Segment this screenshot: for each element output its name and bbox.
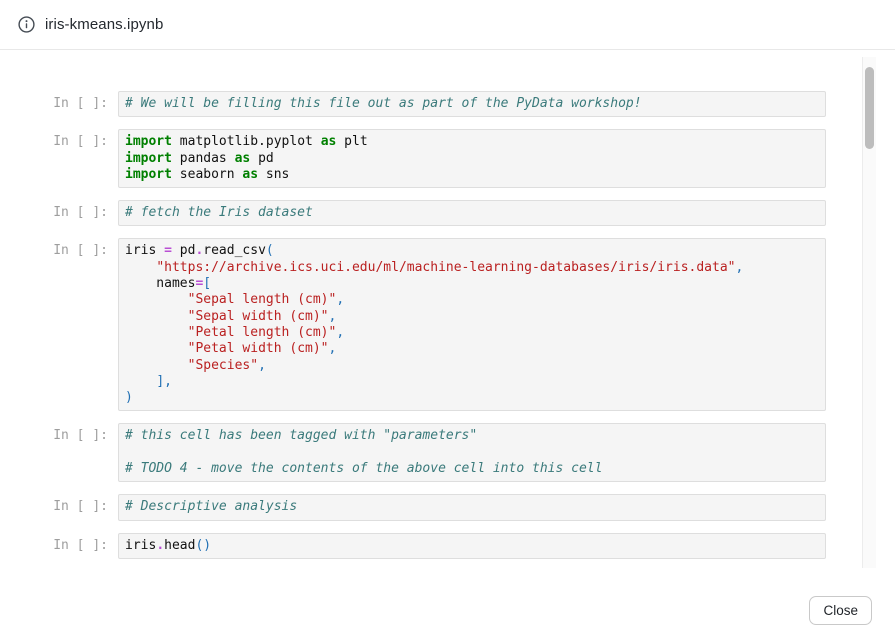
code-line: names=[ xyxy=(125,276,819,292)
code-line: "Petal length (cm)", xyxy=(125,325,819,341)
code-line: ) xyxy=(125,390,819,406)
cell-code: import matplotlib.pyplot as pltimport pa… xyxy=(118,129,826,188)
cell-code: # Descriptive analysis xyxy=(118,494,826,520)
code-line: ], xyxy=(125,374,819,390)
code-line: "Sepal length (cm)", xyxy=(125,292,819,308)
cell-code: # fetch the Iris dataset xyxy=(118,200,826,226)
notebook-cells: In [ ]: # We will be filling this file ou… xyxy=(20,51,876,568)
cell-prompt: In [ ]: xyxy=(20,129,118,150)
code-line xyxy=(125,445,819,461)
code-line: import pandas as pd xyxy=(125,151,819,167)
notebook-title: iris-kmeans.ipynb xyxy=(45,16,163,33)
notebook-cell: In [ ]:import matplotlib.pyplot as pltim… xyxy=(20,129,826,188)
cell-code: # this cell has been tagged with "parame… xyxy=(118,423,826,482)
code-line: # We will be filling this file out as pa… xyxy=(125,96,819,112)
cell-prompt: In [ ]: xyxy=(20,238,118,259)
scrollbar-track[interactable] xyxy=(862,57,876,568)
notebook-cell: In [ ]: iris.head() xyxy=(20,533,826,559)
code-line: "Petal width (cm)", xyxy=(125,341,819,357)
code-line: # Descriptive analysis xyxy=(125,499,819,515)
info-icon xyxy=(18,16,35,33)
notebook-cell: In [ ]: # Descriptive analysis xyxy=(20,494,826,520)
notebook-cell: In [ ]: # this cell has been tagged with … xyxy=(20,423,826,482)
notebook-cell: In [ ]: # We will be filling this file ou… xyxy=(20,91,826,117)
close-button[interactable]: Close xyxy=(809,596,872,625)
code-line: import seaborn as sns xyxy=(125,167,819,183)
cell-code: iris = pd.read_csv( "https://archive.ics… xyxy=(118,238,826,411)
code-line: "https://archive.ics.uci.edu/ml/machine-… xyxy=(125,260,819,276)
code-line: iris.head() xyxy=(125,538,819,554)
code-line: # this cell has been tagged with "parame… xyxy=(125,428,819,444)
cell-prompt: In [ ]: xyxy=(20,91,118,112)
code-line: import matplotlib.pyplot as plt xyxy=(125,134,819,150)
notebook-cell: In [ ]:iris = pd.read_csv( "https://arch… xyxy=(20,238,826,411)
cell-prompt: In [ ]: xyxy=(20,423,118,444)
code-line: # fetch the Iris dataset xyxy=(125,205,819,221)
cell-prompt: In [ ]: xyxy=(20,494,118,515)
scrollbar-thumb[interactable] xyxy=(865,67,874,149)
cell-code: # We will be filling this file out as pa… xyxy=(118,91,826,117)
code-line: iris = pd.read_csv( xyxy=(125,243,819,259)
cell-prompt: In [ ]: xyxy=(20,533,118,554)
code-line: "Species", xyxy=(125,358,819,374)
code-line: # TODO 4 - move the contents of the abov… xyxy=(125,461,819,477)
notebook-cell: In [ ]: # fetch the Iris dataset xyxy=(20,200,826,226)
dialog-header: iris-kmeans.ipynb xyxy=(0,0,895,50)
cell-prompt: In [ ]: xyxy=(20,200,118,221)
notebook-viewport[interactable]: In [ ]: # We will be filling this file ou… xyxy=(20,51,876,568)
code-line: "Sepal width (cm)", xyxy=(125,309,819,325)
cell-code: iris.head() xyxy=(118,533,826,559)
